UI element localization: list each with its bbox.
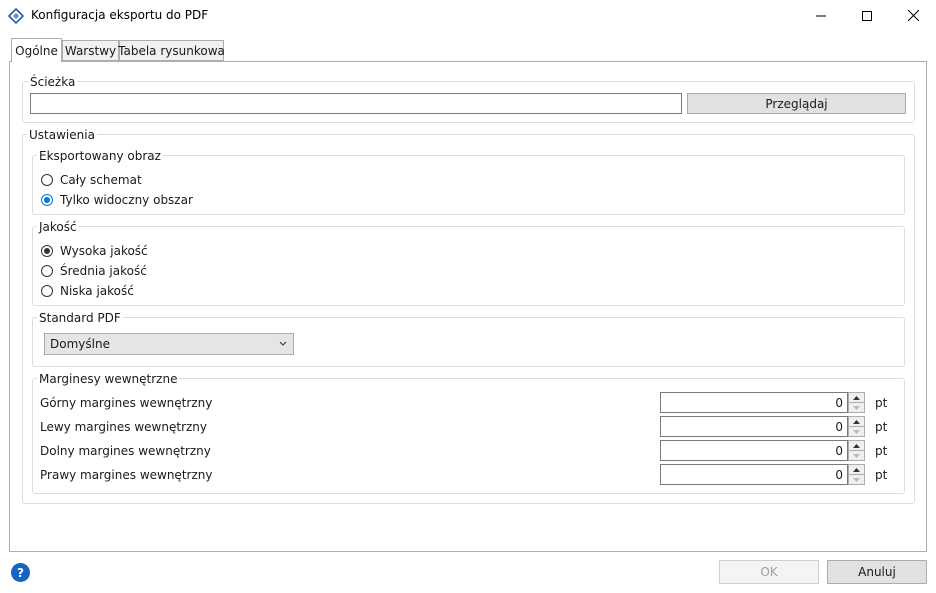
caret-down-icon: [853, 405, 860, 410]
maximize-icon: [862, 10, 872, 21]
margins-legend: Marginesy wewnętrzne: [37, 372, 180, 386]
caret-down-icon: [853, 453, 860, 458]
radio-high-quality[interactable]: Wysoka jakość: [41, 244, 148, 258]
settings-group-legend: Ustawienia: [27, 128, 97, 142]
pdf-standard-value: Domyślne: [50, 337, 110, 351]
path-group-legend: Ścieżka: [28, 75, 78, 89]
caret-up-icon: [853, 443, 860, 448]
browse-button[interactable]: Przeglądaj: [687, 93, 906, 114]
bottom-margin-stepper[interactable]: [848, 440, 865, 461]
left-margin-label: Lewy margines wewnętrzny: [40, 420, 208, 434]
top-margin-input[interactable]: 0: [660, 392, 848, 413]
close-icon: [907, 10, 919, 21]
radio-label: Tylko widoczny obszar: [60, 193, 193, 207]
right-margin-value: 0: [835, 467, 843, 482]
bottom-margin-label: Dolny margines wewnętrzny: [40, 444, 211, 458]
cancel-button[interactable]: Anuluj: [827, 560, 927, 584]
tab-ogolne[interactable]: Ogólne: [11, 38, 62, 62]
radio-label: Cały schemat: [60, 173, 142, 187]
ok-button[interactable]: OK: [719, 560, 819, 584]
spin-down-button[interactable]: [848, 402, 865, 413]
bottom-margin-value: 0: [835, 443, 843, 458]
radio-low-quality[interactable]: Niska jakość: [41, 284, 134, 298]
minimize-icon: [816, 15, 826, 16]
radio-whole-diagram[interactable]: Cały schemat: [41, 173, 142, 187]
caret-up-icon: [853, 419, 860, 424]
right-margin-stepper[interactable]: [848, 464, 865, 485]
radio-circle: [41, 285, 53, 297]
caret-down-icon: [853, 429, 860, 434]
quality-legend: Jakość: [37, 220, 79, 234]
top-margin-stepper[interactable]: [848, 392, 865, 413]
radio-circle: [41, 265, 53, 277]
radio-label: Niska jakość: [60, 284, 134, 298]
quality-group: [32, 226, 905, 306]
chevron-down-icon: [279, 341, 287, 346]
radio-medium-quality[interactable]: Średnia jakość: [41, 264, 147, 278]
spin-down-button[interactable]: [848, 474, 865, 485]
right-margin-unit: pt: [875, 468, 888, 482]
tab-warstwy[interactable]: Warstwy: [62, 40, 119, 61]
spin-down-button[interactable]: [848, 426, 865, 437]
radio-circle: [41, 174, 53, 186]
top-margin-value: 0: [835, 395, 843, 410]
tab-label: Warstwy: [64, 43, 117, 58]
radio-label: Średnia jakość: [60, 264, 147, 278]
minimize-button[interactable]: [798, 0, 844, 31]
left-margin-value: 0: [835, 419, 843, 434]
radio-label: Wysoka jakość: [60, 244, 148, 258]
diamond-app-icon: [7, 7, 25, 25]
close-button[interactable]: [890, 0, 936, 31]
tab-label: Ogólne: [15, 43, 58, 58]
tab-label: Tabela rysunkowa: [118, 43, 225, 58]
radio-circle-selected: [41, 194, 53, 206]
radio-visible-area[interactable]: Tylko widoczny obszar: [41, 193, 193, 207]
caret-up-icon: [853, 467, 860, 472]
right-margin-label: Prawy margines wewnętrzny: [40, 468, 213, 482]
caret-down-icon: [853, 477, 860, 482]
maximize-button[interactable]: [844, 0, 890, 31]
top-margin-label: Górny margines wewnętrzny: [40, 396, 213, 410]
spin-down-button[interactable]: [848, 450, 865, 461]
bottom-margin-unit: pt: [875, 444, 888, 458]
cancel-button-label: Anuluj: [858, 565, 896, 579]
caret-up-icon: [853, 395, 860, 400]
left-margin-unit: pt: [875, 420, 888, 434]
help-glyph: ?: [17, 565, 24, 580]
window-title: Konfiguracja eksportu do PDF: [31, 8, 209, 22]
pdf-standard-select[interactable]: Domyślne: [44, 333, 294, 355]
ok-button-label: OK: [760, 565, 778, 579]
help-icon[interactable]: ?: [11, 563, 30, 582]
path-input[interactable]: [30, 93, 682, 114]
tab-tabela-rysunkowa[interactable]: Tabela rysunkowa: [118, 40, 225, 61]
export-image-legend: Eksportowany obraz: [37, 149, 163, 163]
right-margin-input[interactable]: 0: [660, 464, 848, 485]
radio-circle-selected: [41, 245, 53, 257]
top-margin-unit: pt: [875, 396, 888, 410]
left-margin-stepper[interactable]: [848, 416, 865, 437]
left-margin-input[interactable]: 0: [660, 416, 848, 437]
browse-button-label: Przeglądaj: [765, 96, 828, 111]
title-bar: Konfiguracja eksportu do PDF: [0, 0, 936, 31]
pdf-standard-legend: Standard PDF: [37, 311, 123, 325]
bottom-margin-input[interactable]: 0: [660, 440, 848, 461]
